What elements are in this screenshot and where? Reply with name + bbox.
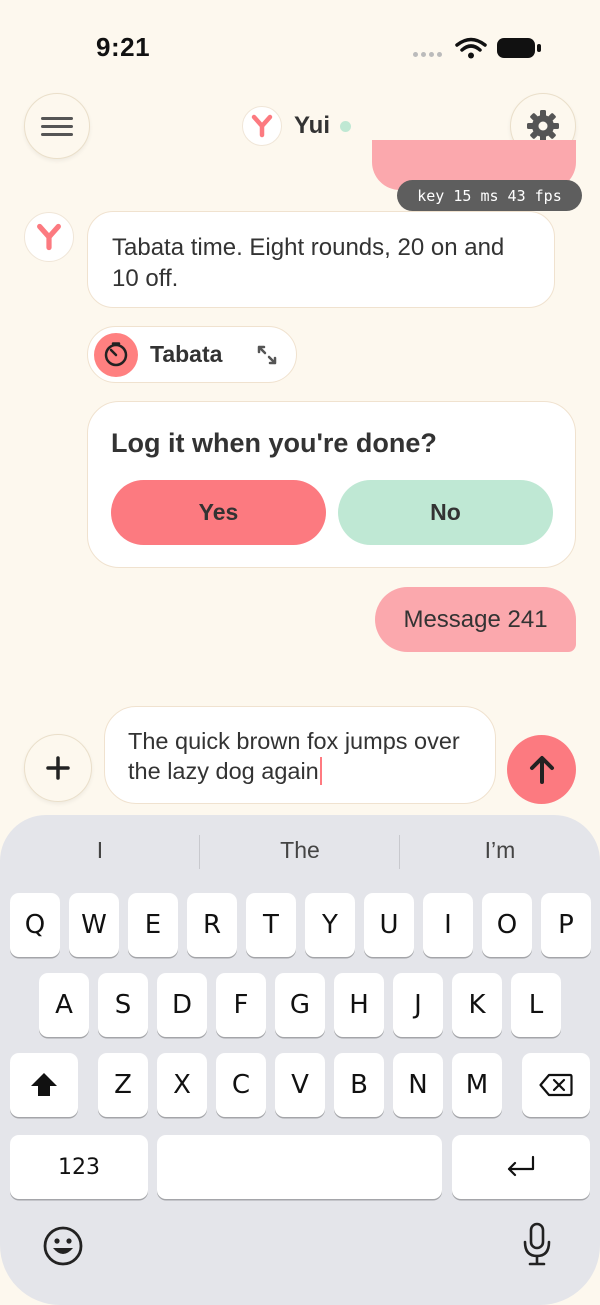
timer-label: Tabata: [150, 341, 223, 367]
chat-header: Yui: [242, 105, 352, 147]
key-e[interactable]: E: [128, 893, 178, 957]
attach-button[interactable]: [24, 734, 92, 802]
space-key[interactable]: [157, 1135, 442, 1199]
plus-icon: [46, 756, 70, 780]
key-j[interactable]: J: [393, 973, 443, 1037]
card-title: Log it when you're done?: [111, 428, 437, 458]
key-g[interactable]: G: [275, 973, 325, 1037]
numbers-key[interactable]: 123: [10, 1135, 148, 1199]
key-k[interactable]: K: [452, 973, 502, 1037]
message-input-text: The quick brown fox jumps over the lazy …: [128, 728, 460, 784]
delete-key[interactable]: [522, 1053, 590, 1117]
timer-icon: [94, 332, 138, 377]
backspace-icon: [539, 1073, 573, 1097]
chat-title: Yui: [294, 112, 331, 139]
return-key[interactable]: [452, 1135, 590, 1199]
no-button[interactable]: No: [338, 480, 553, 545]
shift-key[interactable]: [10, 1053, 78, 1117]
expand-icon[interactable]: [256, 344, 278, 366]
debug-fps-badge: key 15 ms 43 fps: [397, 180, 582, 211]
key-s[interactable]: S: [98, 973, 148, 1037]
log-prompt-card: Log it when you're done? Yes No: [87, 401, 576, 568]
key-n[interactable]: N: [393, 1053, 443, 1117]
key-x[interactable]: X: [157, 1053, 207, 1117]
keyboard: I The I’m Q W E R T Y U I O P A S D F G …: [0, 815, 600, 1305]
key-p[interactable]: P: [541, 893, 591, 957]
yes-button[interactable]: Yes: [111, 480, 326, 545]
suggestion-3[interactable]: I’m: [400, 837, 600, 871]
shift-icon: [31, 1073, 57, 1096]
key-c[interactable]: C: [216, 1053, 266, 1117]
key-y[interactable]: Y: [305, 893, 355, 957]
yui-logo-icon: [251, 114, 273, 138]
online-status-dot: [340, 120, 352, 132]
hamburger-icon: [41, 117, 73, 136]
avatar: [242, 106, 282, 146]
user-message-bubble: Message 241: [375, 587, 576, 652]
status-bar: 9:21: [0, 0, 600, 90]
key-z[interactable]: Z: [98, 1053, 148, 1117]
key-u[interactable]: U: [364, 893, 414, 957]
gear-icon: [527, 110, 559, 142]
signal-dots-icon: [413, 52, 443, 58]
menu-button[interactable]: [24, 93, 90, 159]
suggestion-1[interactable]: I: [0, 837, 200, 871]
key-r[interactable]: R: [187, 893, 237, 957]
bot-avatar: [24, 212, 74, 262]
key-q[interactable]: Q: [10, 893, 60, 957]
key-b[interactable]: B: [334, 1053, 384, 1117]
send-button[interactable]: [507, 735, 576, 804]
bot-message-bubble: Tabata time. Eight rounds, 20 on and 10 …: [87, 211, 555, 308]
wifi-icon: [455, 37, 487, 59]
key-t[interactable]: T: [246, 893, 296, 957]
suggestion-2[interactable]: The: [200, 837, 400, 871]
battery-icon: [497, 38, 541, 58]
microphone-icon[interactable]: [521, 1222, 553, 1268]
key-v[interactable]: V: [275, 1053, 325, 1117]
return-icon: [507, 1155, 535, 1177]
text-caret: [319, 757, 323, 785]
emoji-icon[interactable]: [42, 1225, 84, 1267]
arrow-up-icon: [529, 755, 554, 784]
key-f[interactable]: F: [216, 973, 266, 1037]
yui-logo-icon: [37, 223, 61, 251]
key-h[interactable]: H: [334, 973, 384, 1037]
key-m[interactable]: M: [452, 1053, 502, 1117]
message-input[interactable]: The quick brown fox jumps over the lazy …: [104, 706, 496, 804]
key-a[interactable]: A: [39, 973, 89, 1037]
key-l[interactable]: L: [511, 973, 561, 1037]
tabata-timer-chip[interactable]: Tabata: [87, 326, 297, 383]
key-w[interactable]: W: [69, 893, 119, 957]
key-d[interactable]: D: [157, 973, 207, 1037]
key-o[interactable]: O: [482, 893, 532, 957]
status-time: 9:21: [96, 32, 151, 62]
key-i[interactable]: I: [423, 893, 473, 957]
